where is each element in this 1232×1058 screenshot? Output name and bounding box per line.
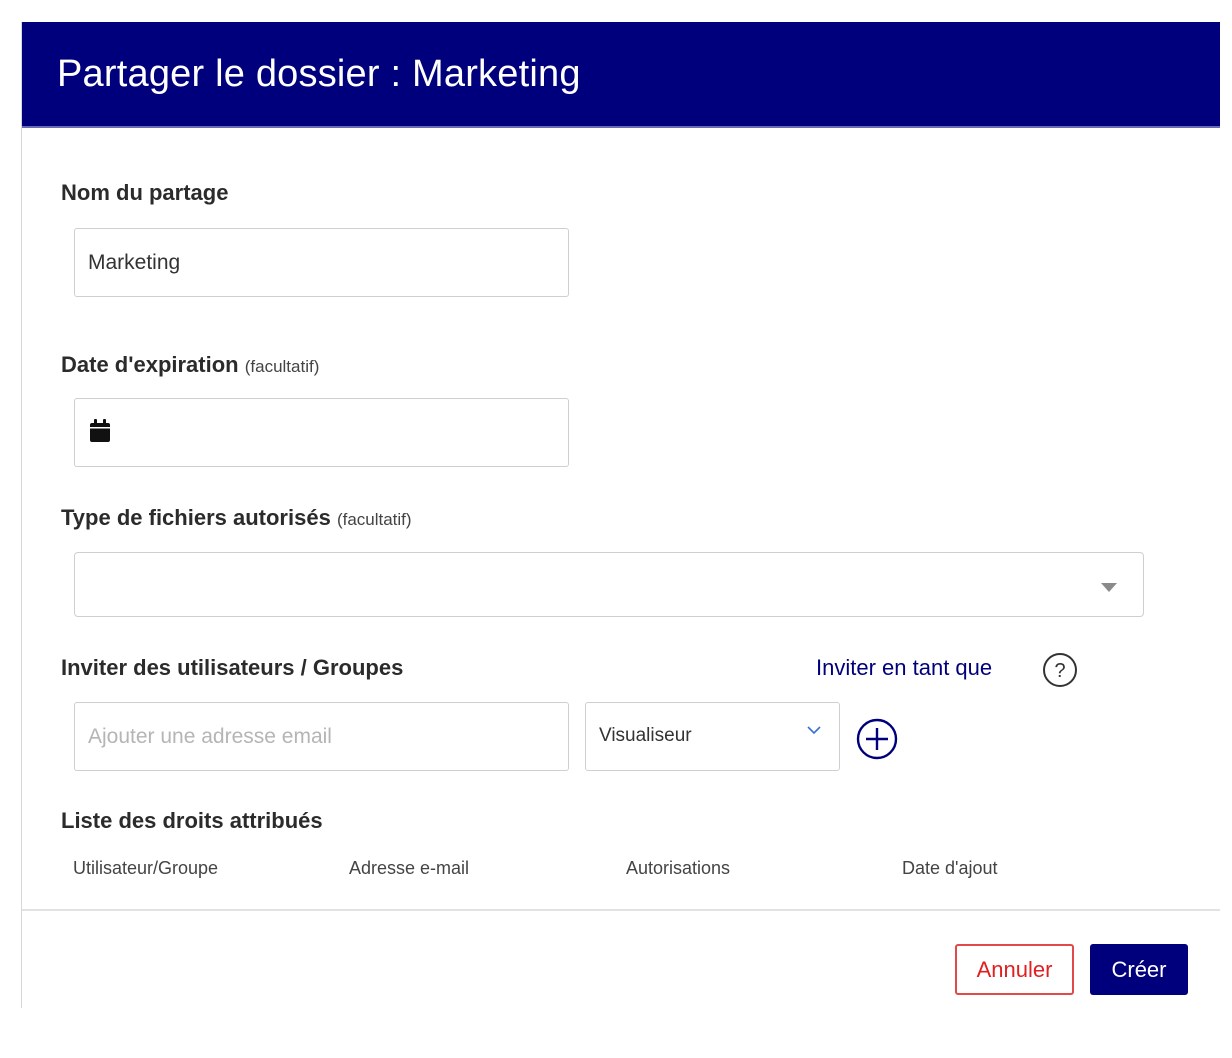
create-button[interactable]: Créer bbox=[1090, 944, 1188, 995]
share-name-label: Nom du partage bbox=[61, 180, 228, 206]
invite-label: Inviter des utilisateurs / Groupes bbox=[61, 655, 403, 681]
expiration-label-text: Date d'expiration bbox=[61, 352, 239, 377]
share-name-input[interactable] bbox=[75, 229, 568, 296]
dialog-header: Partager le dossier : Marketing bbox=[22, 22, 1220, 128]
email-input[interactable] bbox=[75, 703, 568, 770]
role-select[interactable]: Visualiseur bbox=[585, 702, 840, 771]
chevron-down-icon bbox=[807, 726, 821, 735]
rights-list-label-text: Liste des droits attribués bbox=[61, 808, 323, 833]
invite-label-text: Inviter des utilisateurs / Groupes bbox=[61, 655, 404, 680]
column-header-date-added: Date d'ajout bbox=[902, 858, 998, 878]
expiration-optional: (facultatif) bbox=[244, 357, 320, 376]
dialog-title: Partager le dossier : Marketing bbox=[57, 53, 581, 95]
column-header-email: Adresse e-mail bbox=[349, 858, 470, 878]
invite-as-link[interactable]: Inviter en tant que bbox=[816, 655, 992, 681]
file-types-optional: (facultatif) bbox=[336, 510, 412, 529]
share-name-label-text: Nom du partage bbox=[61, 180, 229, 205]
expiration-date-field[interactable] bbox=[74, 398, 569, 467]
role-select-value: Visualiseur bbox=[599, 725, 692, 746]
email-field[interactable] bbox=[74, 702, 569, 771]
footer-divider bbox=[22, 909, 1220, 911]
calendar-icon[interactable] bbox=[89, 419, 111, 443]
file-types-label-text: Type de fichiers autorisés bbox=[61, 505, 331, 530]
cancel-button[interactable]: Annuler bbox=[955, 944, 1074, 995]
expiration-label: Date d'expiration (facultatif) bbox=[61, 352, 319, 378]
svg-text:?: ? bbox=[1054, 660, 1065, 682]
column-header-user-group: Utilisateur/Groupe bbox=[73, 858, 219, 878]
help-icon[interactable]: ? bbox=[1042, 652, 1078, 688]
add-user-button[interactable] bbox=[856, 718, 898, 760]
share-name-field[interactable] bbox=[74, 228, 569, 297]
file-types-select[interactable] bbox=[74, 552, 1144, 617]
column-header-permissions: Autorisations bbox=[626, 858, 731, 878]
caret-down-icon bbox=[1101, 583, 1117, 592]
file-types-label: Type de fichiers autorisés (facultatif) bbox=[61, 505, 412, 531]
rights-list-label: Liste des droits attribués bbox=[61, 808, 323, 834]
share-dialog: Partager le dossier : Marketing Nom du p… bbox=[21, 22, 1220, 1008]
